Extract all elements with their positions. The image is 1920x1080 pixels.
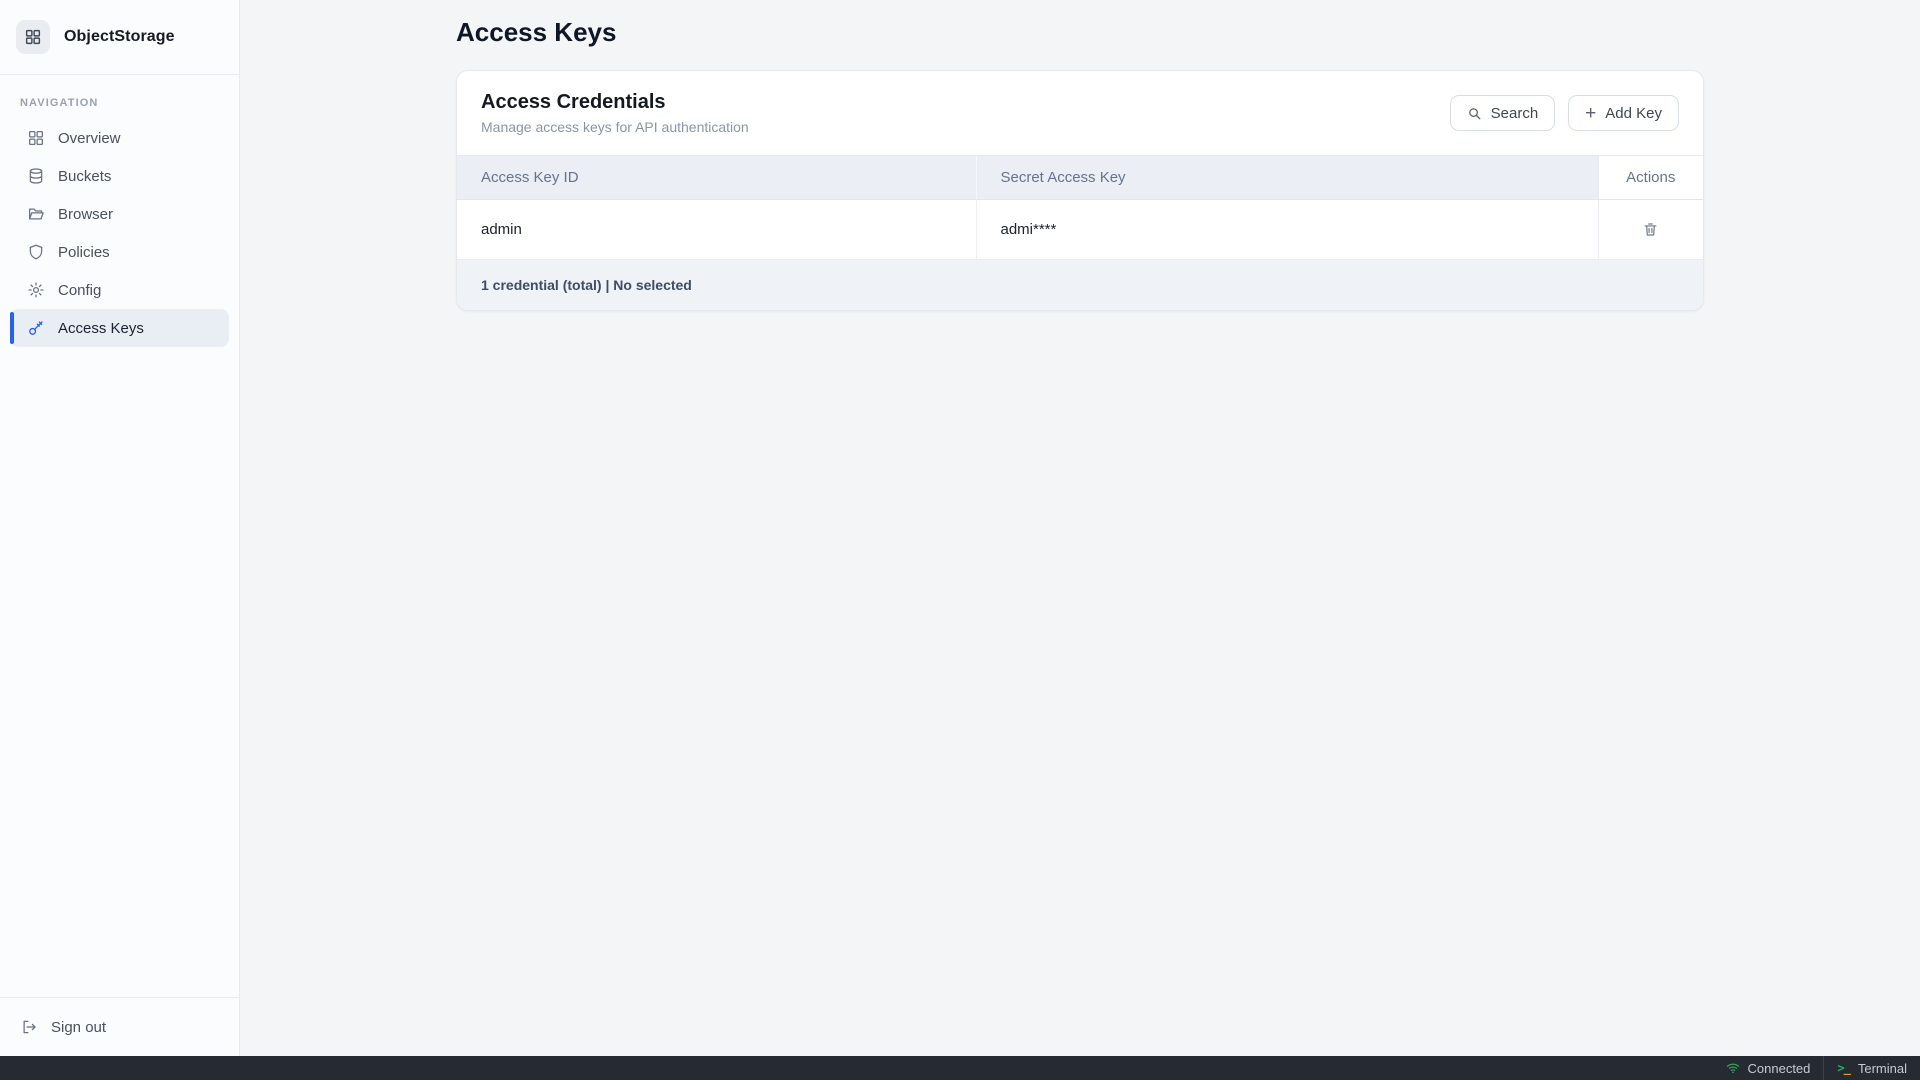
status-bar: Connected >_ Terminal (0, 1056, 1920, 1080)
connection-status-label: Connected (1748, 1061, 1811, 1076)
credentials-table: Access Key ID Secret Access Key Actions … (457, 155, 1703, 260)
sidebar-footer: Sign out (0, 997, 239, 1056)
card-header-text: Access Credentials Manage access keys fo… (481, 91, 749, 135)
wifi-icon (1726, 1061, 1740, 1075)
sidebar-item-access-keys[interactable]: Access Keys (10, 309, 229, 347)
app-root: ObjectStorage NAVIGATION Overview (0, 0, 1920, 1080)
content: Access Keys Access Credentials Manage ac… (456, 0, 1704, 311)
sign-out-button[interactable]: Sign out (20, 1010, 219, 1044)
sidebar-item-label: Overview (58, 130, 121, 147)
sidebar: ObjectStorage NAVIGATION Overview (0, 0, 240, 1056)
terminal-prompt-icon: >_ (1837, 1061, 1849, 1075)
trash-icon (1642, 221, 1659, 238)
app-logo-grid-icon (16, 20, 50, 54)
card-header-actions: Search + Add Key (1450, 95, 1679, 131)
brand-row: ObjectStorage (0, 0, 239, 75)
sign-out-icon (20, 1018, 38, 1036)
search-button[interactable]: Search (1450, 95, 1556, 131)
table-header: Access Key ID Secret Access Key Actions (457, 156, 1703, 200)
brand-name: ObjectStorage (64, 28, 175, 46)
card-title: Access Credentials (481, 91, 749, 114)
sidebar-item-label: Browser (58, 206, 113, 223)
column-header-actions: Actions (1598, 156, 1703, 200)
cell-actions (1598, 200, 1703, 260)
folder-icon (27, 205, 45, 223)
cell-secret-access-key: admi**** (976, 200, 1598, 260)
nav-section-label: NAVIGATION (0, 75, 239, 119)
sidebar-item-config[interactable]: Config (10, 271, 229, 309)
terminal-label: Terminal (1858, 1061, 1907, 1076)
card-footer: 1 credential (total) | No selected (457, 260, 1703, 310)
cell-access-key-id: admin (457, 200, 976, 260)
sign-out-label: Sign out (51, 1019, 106, 1036)
grid-icon (27, 129, 45, 147)
shield-icon (27, 243, 45, 261)
card-header: Access Credentials Manage access keys fo… (457, 71, 1703, 155)
sidebar-item-label: Config (58, 282, 101, 299)
add-key-button[interactable]: + Add Key (1568, 95, 1679, 131)
connection-status: Connected (1713, 1056, 1824, 1080)
sidebar-item-label: Access Keys (58, 320, 144, 337)
sidebar-item-overview[interactable]: Overview (10, 119, 229, 157)
gear-icon (27, 281, 45, 299)
access-credentials-card: Access Credentials Manage access keys fo… (456, 70, 1704, 311)
delete-key-button[interactable] (1635, 216, 1666, 243)
sidebar-item-policies[interactable]: Policies (10, 233, 229, 271)
main-area: Access Keys Access Credentials Manage ac… (240, 0, 1920, 1056)
key-icon (27, 319, 45, 337)
database-icon (27, 167, 45, 185)
page-title: Access Keys (456, 14, 1704, 50)
terminal-button[interactable]: >_ Terminal (1824, 1056, 1920, 1080)
credentials-summary: 1 credential (total) | No selected (481, 277, 692, 293)
card-subtitle: Manage access keys for API authenticatio… (481, 119, 749, 135)
sidebar-item-label: Policies (58, 244, 110, 261)
search-icon (1467, 106, 1482, 121)
sidebar-item-buckets[interactable]: Buckets (10, 157, 229, 195)
column-header-secret-access-key: Secret Access Key (976, 156, 1598, 200)
search-button-label: Search (1491, 105, 1539, 122)
sidebar-nav: Overview Buckets (0, 119, 239, 347)
sidebar-spacer (0, 347, 239, 997)
sidebar-item-label: Buckets (58, 168, 111, 185)
add-key-button-label: Add Key (1605, 105, 1662, 122)
workspace: ObjectStorage NAVIGATION Overview (0, 0, 1920, 1056)
sidebar-item-browser[interactable]: Browser (10, 195, 229, 233)
table-row[interactable]: admin admi**** (457, 200, 1703, 260)
column-header-access-key-id: Access Key ID (457, 156, 976, 200)
plus-icon: + (1585, 104, 1596, 123)
